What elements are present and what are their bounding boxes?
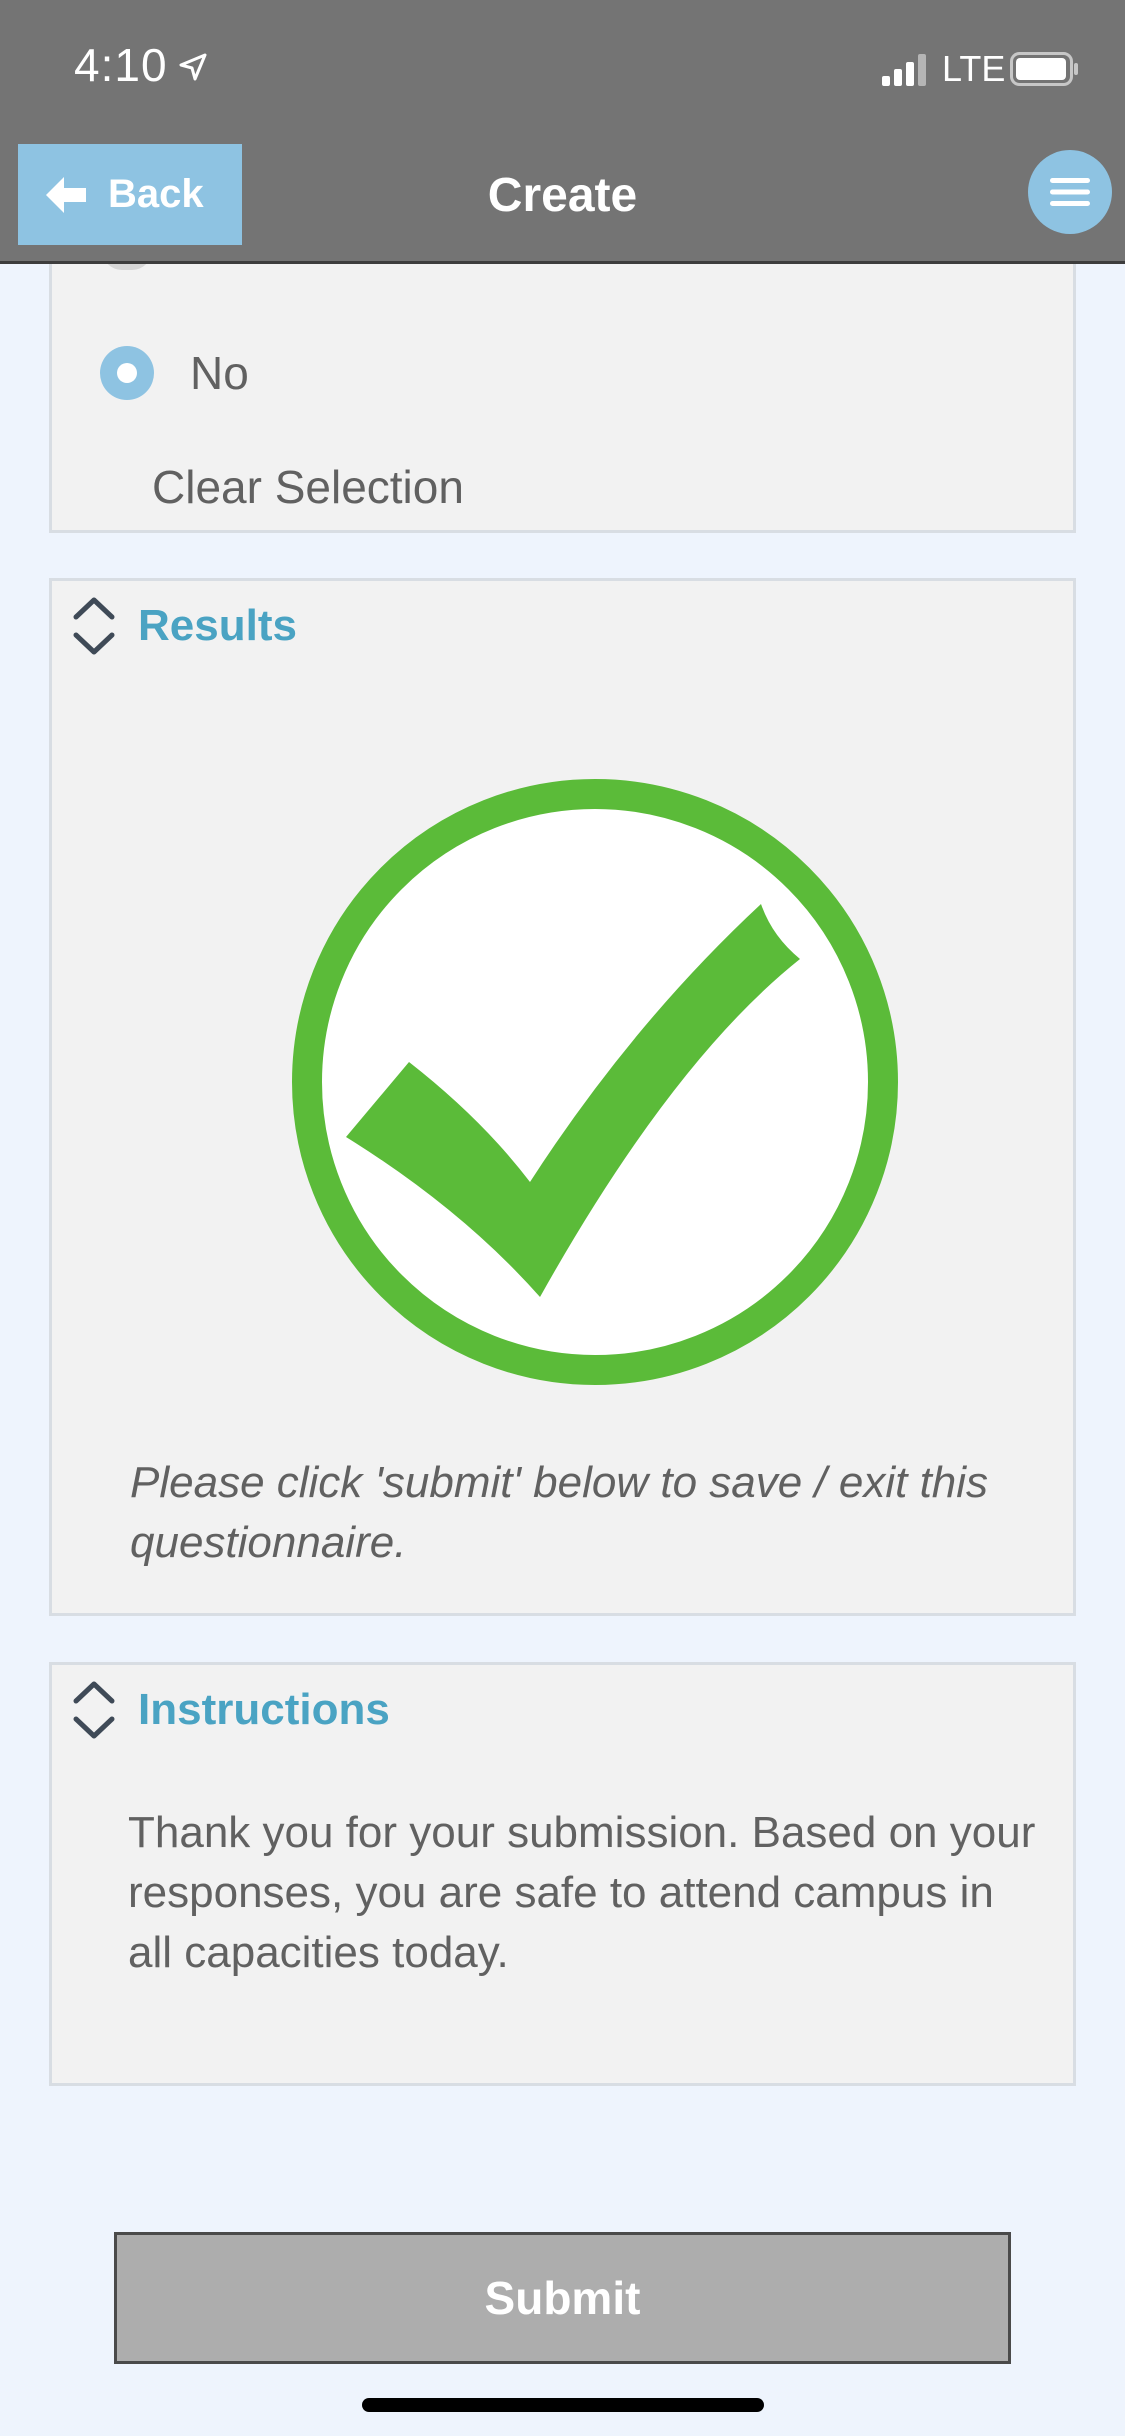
hamburger-menu-icon [1050,178,1090,206]
instructions-header[interactable]: Instructions [72,1679,390,1741]
radio-button-selected[interactable] [100,346,154,400]
radio-option-no[interactable]: No [100,346,249,400]
results-card: Results Please click 'submit' below to s… [49,578,1076,1616]
results-header[interactable]: Results [72,595,297,657]
status-time: 4:10 [74,39,168,91]
radio-option-label: No [190,347,249,399]
clear-selection-link[interactable]: Clear Selection [152,460,464,514]
submit-button[interactable]: Submit [114,2232,1011,2364]
menu-button[interactable] [1028,150,1112,234]
chevron-up-down-icon [73,1681,115,1739]
instructions-title: Instructions [138,1685,390,1734]
check-circle-icon [292,779,898,1385]
results-note: Please click 'submit' below to save / ex… [130,1458,989,1567]
page-title: Create [487,169,638,222]
instructions-card: Instructions Thank you for your submissi… [49,1662,1076,2086]
home-indicator[interactable] [362,2398,764,2412]
question-card: No Clear Selection [49,220,1076,533]
results-title: Results [138,601,297,650]
signal-strength-icon [882,54,926,86]
network-type: LTE [942,48,1006,89]
location-arrow-icon [179,53,207,81]
chevron-up-down-icon [73,597,115,655]
instructions-text: Thank you for your submission. Based on … [128,1808,1036,1977]
battery-icon [1010,52,1078,86]
app-header: 4:10 LTE Back Create [0,0,1125,264]
radio-dot [117,363,137,383]
